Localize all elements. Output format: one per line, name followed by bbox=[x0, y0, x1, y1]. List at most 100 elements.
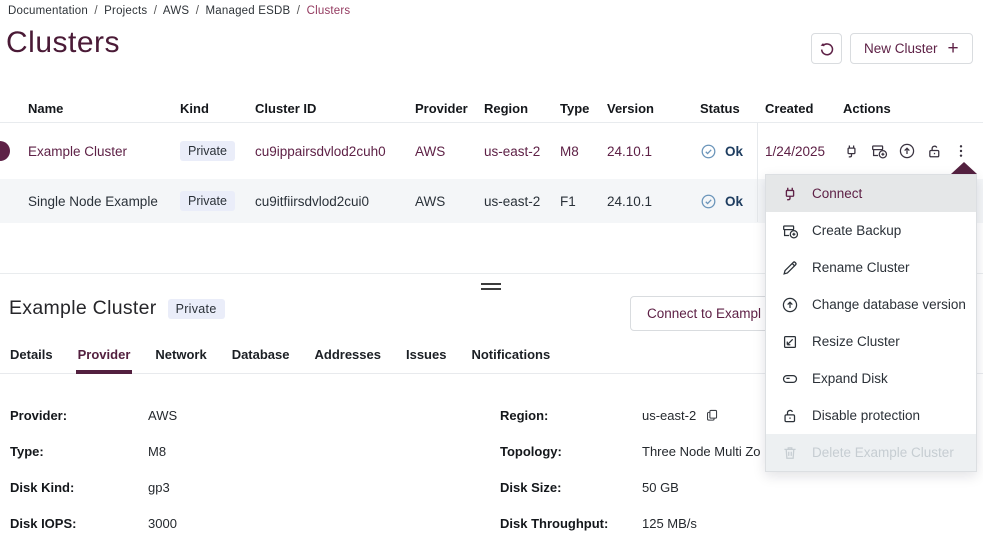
unlock-icon bbox=[926, 143, 943, 160]
arrow-up-circle-icon bbox=[781, 296, 799, 314]
breadcrumb-separator: / bbox=[154, 5, 157, 17]
backup-icon bbox=[870, 142, 888, 160]
check-circle-icon bbox=[700, 193, 717, 210]
field-disk-throughput: Disk Throughput: 125 MB/s bbox=[500, 505, 761, 541]
field-type: Type: M8 bbox=[10, 433, 177, 469]
page-title: Clusters bbox=[6, 26, 120, 60]
field-disk-iops: Disk IOPS: 3000 bbox=[10, 505, 177, 541]
menu-item-change-database-version[interactable]: Change database version bbox=[766, 286, 976, 323]
tab-details[interactable]: Details bbox=[10, 343, 53, 373]
arrow-up-circle-icon bbox=[898, 142, 916, 160]
col-header-created: Created bbox=[765, 101, 843, 116]
kebab-menu-button[interactable] bbox=[953, 143, 969, 159]
menu-item-create-backup[interactable]: Create Backup bbox=[766, 212, 976, 249]
breadcrumb-separator: / bbox=[94, 5, 97, 17]
cluster-id: cu9itfiirsdvlod2cui0 bbox=[255, 194, 415, 209]
backup-icon bbox=[781, 222, 799, 240]
new-cluster-button[interactable]: New Cluster + bbox=[850, 33, 973, 64]
col-header-version: Version bbox=[607, 101, 700, 116]
resize-icon bbox=[781, 333, 799, 351]
disk-icon bbox=[781, 370, 799, 388]
table-row-example-cluster[interactable]: Example Cluster Private cu9ippairsdvlod2… bbox=[0, 123, 983, 179]
unlock-icon bbox=[781, 407, 799, 425]
copy-icon[interactable] bbox=[705, 408, 719, 422]
detail-fields-right: Region: us-east-2 Topology: Three Node M… bbox=[500, 397, 761, 541]
connect-action-button[interactable] bbox=[843, 143, 860, 160]
menu-item-delete-cluster: Delete Example Cluster bbox=[766, 434, 976, 471]
col-header-cluster-id: Cluster ID bbox=[255, 101, 415, 116]
status-badge: Ok bbox=[700, 193, 765, 210]
plug-icon bbox=[781, 185, 799, 203]
protection-action-button[interactable] bbox=[926, 143, 943, 160]
region-cell: us-east-2 bbox=[484, 144, 560, 159]
pencil-icon bbox=[781, 259, 799, 277]
detail-panel-title: Example Cluster Private bbox=[9, 297, 225, 320]
breadcrumb-link[interactable]: Managed ESDB bbox=[206, 5, 291, 17]
type-cell: M8 bbox=[560, 144, 607, 159]
menu-item-expand-disk[interactable]: Expand Disk bbox=[766, 360, 976, 397]
tab-provider[interactable]: Provider bbox=[78, 343, 131, 373]
version-cell: 24.10.1 bbox=[607, 144, 700, 159]
menu-item-resize-cluster[interactable]: Resize Cluster bbox=[766, 323, 976, 360]
tab-database[interactable]: Database bbox=[232, 343, 290, 373]
field-disk-size: Disk Size: 50 GB bbox=[500, 469, 761, 505]
provider-cell: AWS bbox=[415, 194, 484, 209]
cluster-name[interactable]: Example Cluster bbox=[28, 144, 180, 159]
context-menu: Connect Create Backup Rename Cluster Cha… bbox=[765, 174, 977, 472]
region-cell: us-east-2 bbox=[484, 194, 560, 209]
breadcrumb-separator: / bbox=[297, 5, 300, 17]
refresh-icon bbox=[818, 40, 836, 58]
provider-cell: AWS bbox=[415, 144, 484, 159]
detail-fields-left: Provider: AWS Type: M8 Disk Kind: gp3 Di… bbox=[10, 397, 177, 541]
breadcrumb-separator: / bbox=[196, 5, 199, 17]
col-header-type: Type bbox=[560, 101, 607, 116]
col-header-actions: Actions bbox=[843, 101, 983, 116]
check-circle-icon bbox=[700, 143, 717, 160]
table-header-row: Name Kind Cluster ID Provider Region Typ… bbox=[0, 93, 983, 123]
table-column-divider bbox=[757, 123, 758, 222]
col-header-region: Region bbox=[484, 101, 560, 116]
menu-item-rename-cluster[interactable]: Rename Cluster bbox=[766, 249, 976, 286]
created-cell: 1/24/2025 bbox=[765, 144, 843, 159]
change-version-action-button[interactable] bbox=[898, 142, 916, 160]
plus-icon: + bbox=[948, 39, 959, 58]
context-menu-caret bbox=[951, 162, 977, 174]
type-cell: F1 bbox=[560, 194, 607, 209]
selected-row-marker bbox=[0, 141, 10, 161]
breadcrumb: Documentation / Projects / AWS / Managed… bbox=[8, 5, 353, 17]
trash-icon bbox=[781, 444, 799, 462]
col-header-provider: Provider bbox=[415, 101, 484, 116]
breadcrumb-link[interactable]: AWS bbox=[163, 5, 189, 17]
status-badge: Ok bbox=[700, 143, 765, 160]
tab-issues[interactable]: Issues bbox=[406, 343, 446, 373]
plug-icon bbox=[843, 143, 860, 160]
tab-notifications[interactable]: Notifications bbox=[471, 343, 550, 373]
table-header-divider bbox=[0, 122, 983, 123]
new-cluster-label: New Cluster bbox=[864, 41, 938, 56]
cluster-id: cu9ippairsdvlod2cuh0 bbox=[255, 144, 415, 159]
field-region: Region: us-east-2 bbox=[500, 397, 761, 433]
panel-resize-handle[interactable] bbox=[481, 283, 501, 293]
field-provider: Provider: AWS bbox=[10, 397, 177, 433]
field-topology: Topology: Three Node Multi Zo bbox=[500, 433, 761, 469]
kebab-icon bbox=[953, 143, 969, 159]
create-backup-action-button[interactable] bbox=[870, 142, 888, 160]
tab-network[interactable]: Network bbox=[155, 343, 206, 373]
col-header-kind: Kind bbox=[180, 101, 255, 116]
row-actions bbox=[843, 142, 983, 160]
private-badge: Private bbox=[168, 299, 225, 319]
breadcrumb-link[interactable]: Documentation bbox=[8, 5, 88, 17]
kind-badge: Private bbox=[180, 191, 235, 211]
col-header-name: Name bbox=[28, 101, 180, 116]
refresh-button[interactable] bbox=[811, 33, 842, 64]
kind-badge: Private bbox=[180, 141, 235, 161]
menu-item-connect[interactable]: Connect bbox=[766, 175, 976, 212]
breadcrumb-link[interactable]: Projects bbox=[104, 5, 147, 17]
tab-addresses[interactable]: Addresses bbox=[315, 343, 381, 373]
cluster-name[interactable]: Single Node Example bbox=[28, 194, 180, 209]
col-header-status: Status bbox=[700, 101, 765, 116]
version-cell: 24.10.1 bbox=[607, 194, 700, 209]
field-disk-kind: Disk Kind: gp3 bbox=[10, 469, 177, 505]
breadcrumb-current: Clusters bbox=[307, 5, 351, 17]
menu-item-disable-protection[interactable]: Disable protection bbox=[766, 397, 976, 434]
